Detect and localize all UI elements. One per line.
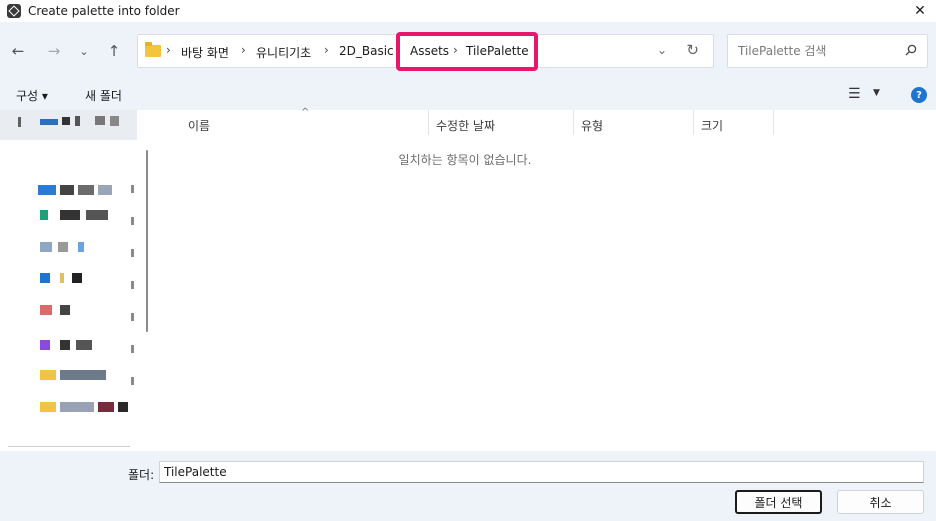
search-icon[interactable] (905, 44, 917, 56)
search-input[interactable] (738, 42, 898, 60)
column-header-date-modified[interactable]: 수정한 날짜 (436, 110, 495, 135)
select-folder-button[interactable]: 폴더 선택 (735, 490, 822, 514)
recent-locations-chevron-icon[interactable]: ⌄ (73, 40, 95, 62)
nav-pane-divider (8, 446, 130, 447)
chevron-right-icon[interactable]: › (241, 43, 246, 57)
sort-ascending-icon: ^ (301, 107, 310, 118)
file-list: ^ 이름 수정한 날짜 유형 크기 일치하는 항목이 없습니다. (155, 107, 936, 451)
column-header-size[interactable]: 크기 (701, 110, 723, 135)
nav-pane-scrollbar[interactable] (141, 110, 155, 451)
breadcrumb-desktop[interactable]: 바탕 화면 (181, 44, 229, 61)
address-dropdown-chevron-icon[interactable]: ⌄ (657, 43, 667, 57)
back-arrow-icon[interactable]: ← (7, 40, 29, 62)
chevron-right-icon[interactable]: › (324, 43, 329, 57)
refresh-icon[interactable]: ↻ (686, 41, 699, 59)
nav-pane-selected-item[interactable] (0, 110, 137, 140)
chevron-right-icon[interactable]: › (166, 43, 171, 57)
command-bar: 구성 ▾ 새 폴더 ☰ ▼ ? (0, 80, 936, 110)
breadcrumb-unity-basics[interactable]: 유니티기초 (256, 44, 311, 61)
folder-label: 폴더: (128, 468, 155, 482)
help-icon[interactable]: ? (911, 87, 927, 103)
folder-name-input[interactable] (159, 461, 924, 483)
close-icon[interactable]: ✕ (910, 1, 930, 21)
title-bar: Create palette into folder ✕ (0, 0, 936, 22)
new-folder-button[interactable]: 새 폴더 (85, 87, 122, 104)
navigation-bar: ← → ⌄ ↑ › 바탕 화면 › 유니티기초 › 2D_Basic Asset… (0, 22, 936, 80)
empty-folder-message: 일치하는 항목이 없습니다. (398, 153, 532, 167)
up-arrow-icon[interactable]: ↑ (103, 40, 125, 62)
forward-arrow-icon[interactable]: → (43, 40, 65, 62)
address-bar[interactable]: › 바탕 화면 › 유니티기초 › 2D_Basic Assets › Tile… (137, 32, 714, 71)
navigation-pane (0, 110, 137, 451)
cancel-button[interactable]: 취소 (837, 490, 924, 514)
column-header-name[interactable]: 이름 (188, 110, 210, 135)
column-header-type[interactable]: 유형 (581, 110, 603, 135)
view-dropdown-icon[interactable]: ▼ (873, 88, 880, 98)
breadcrumb-2d-basic[interactable]: 2D_Basic (339, 44, 394, 58)
dialog-footer: 폴더: 폴더 선택 취소 (0, 451, 936, 521)
scrollbar-thumb[interactable] (146, 150, 148, 332)
window-title: Create palette into folder (28, 4, 180, 18)
unity-app-icon (7, 4, 21, 18)
view-list-icon[interactable]: ☰ (848, 86, 861, 102)
folder-icon (145, 42, 161, 57)
highlight-annotation (396, 32, 538, 71)
search-box (727, 34, 928, 68)
organize-button[interactable]: 구성 ▾ (16, 87, 48, 104)
